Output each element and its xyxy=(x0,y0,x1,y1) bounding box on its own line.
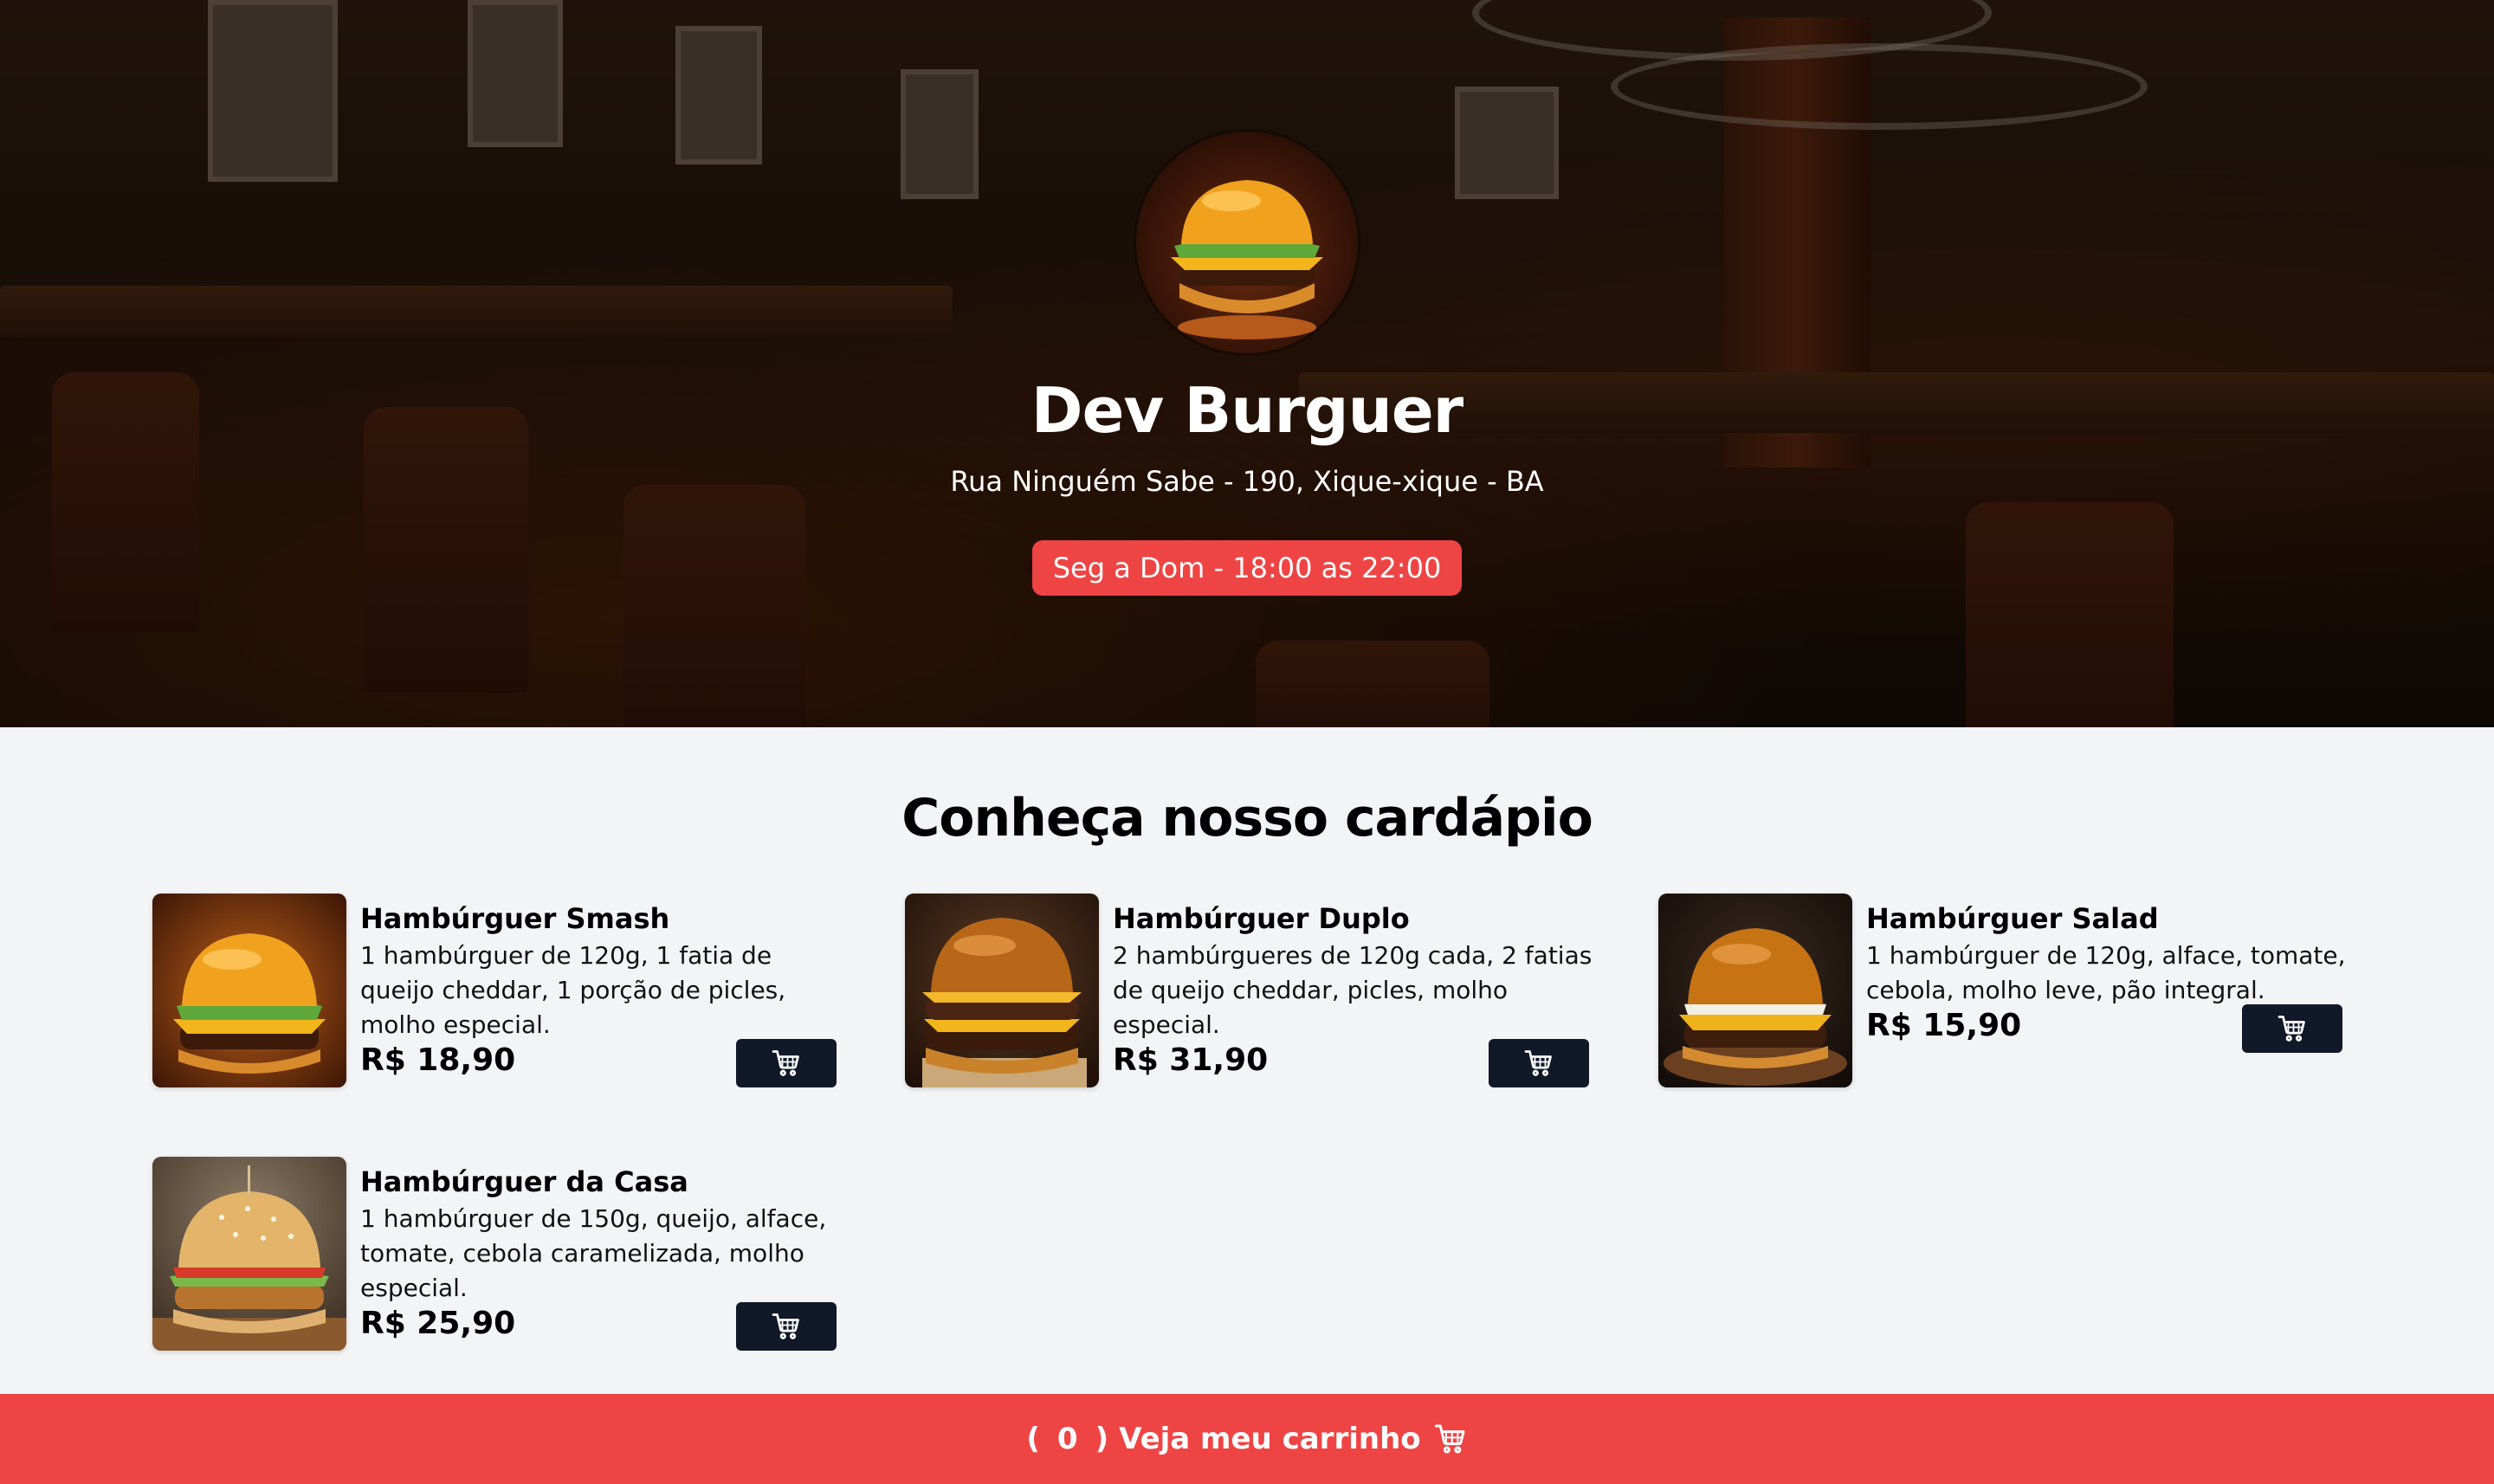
cart-count-open-paren: ( xyxy=(1026,1422,1040,1456)
view-cart-label: Veja meu carrinho xyxy=(1119,1422,1421,1456)
menu-item: Hambúrguer Duplo 2 hambúrgueres de 120g … xyxy=(905,894,1592,1087)
menu-item: Hambúrguer Salad 1 hambúrguer de 120g, a… xyxy=(1658,894,2346,1087)
burger-image xyxy=(1658,894,1852,1087)
item-name: Hambúrguer Smash xyxy=(360,902,670,935)
hero-banner: Dev Burguer Rua Ninguém Sabe - 190, Xiqu… xyxy=(0,0,2494,727)
add-to-cart-button[interactable] xyxy=(1489,1039,1589,1087)
item-description: 1 hambúrguer de 150g, queijo, alface, to… xyxy=(360,1204,827,1302)
restaurant-name: Dev Burguer xyxy=(1031,374,1463,447)
item-price: R$ 15,90 xyxy=(1866,1008,2022,1043)
cart-count: 0 xyxy=(1056,1422,1078,1456)
burger-image xyxy=(152,1157,346,1351)
menu-item: Hambúrguer da Casa 1 hambúrguer de 150g,… xyxy=(152,1157,837,1351)
item-name: Hambúrguer Salad xyxy=(1866,902,2159,935)
hero-overlay xyxy=(0,0,2494,727)
shopping-cart-icon xyxy=(772,1050,799,1076)
shopping-cart-icon xyxy=(1433,1422,1468,1456)
shopping-cart-icon xyxy=(2278,1016,2305,1042)
menu-title: Conheça nosso cardápio xyxy=(901,788,1593,848)
burger-image xyxy=(905,894,1099,1087)
item-price: R$ 25,90 xyxy=(360,1306,516,1341)
shopping-cart-icon xyxy=(772,1313,799,1339)
item-name: Hambúrguer Duplo xyxy=(1113,902,1410,935)
cart-count-close-paren: ) xyxy=(1095,1422,1109,1456)
cart-footer: ( 0 ) Veja meu carrinho xyxy=(0,1394,2494,1484)
item-name: Hambúrguer da Casa xyxy=(360,1165,688,1198)
item-price: R$ 31,90 xyxy=(1113,1042,1269,1078)
burger-image xyxy=(152,894,346,1087)
item-price: R$ 18,90 xyxy=(360,1042,516,1078)
item-description: 2 hambúrgueres de 120g cada, 2 fatias de… xyxy=(1113,941,1593,1039)
item-description: 1 hambúrguer de 120g, alface, tomate, ce… xyxy=(1866,941,2346,1004)
item-description: 1 hambúrguer de 120g, 1 fatia de queijo … xyxy=(360,941,786,1039)
add-to-cart-button[interactable] xyxy=(736,1302,837,1351)
menu-item: Hambúrguer Smash 1 hambúrguer de 120g, 1… xyxy=(152,894,837,1087)
opening-hours-badge: Seg a Dom - 18:00 as 22:00 xyxy=(1032,540,1462,596)
add-to-cart-button[interactable] xyxy=(2242,1004,2342,1053)
shopping-cart-icon xyxy=(1524,1050,1552,1076)
view-cart-button[interactable]: ( 0 ) Veja meu carrinho xyxy=(1026,1422,1467,1456)
restaurant-logo xyxy=(1136,132,1358,353)
restaurant-address: Rua Ninguém Sabe - 190, Xique-xique - BA xyxy=(950,465,1544,498)
add-to-cart-button[interactable] xyxy=(736,1039,837,1087)
